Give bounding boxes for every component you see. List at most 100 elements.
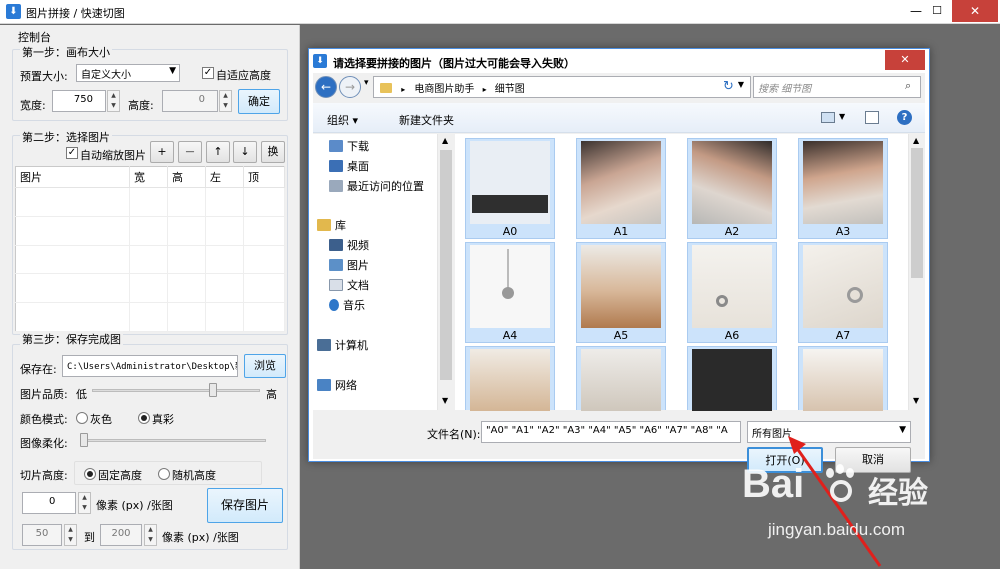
maximize-button[interactable]: ☐	[922, 0, 952, 22]
file-tile-a7[interactable]: A7	[798, 242, 888, 343]
nav-item-documents[interactable]: 文档	[329, 277, 369, 295]
column-header[interactable]: 左	[205, 166, 244, 188]
auto-height-checkbox[interactable]: ✓	[202, 67, 214, 79]
range-from-stepper[interactable]: ▲ ▼	[64, 524, 77, 546]
range-to-input[interactable]: 200	[100, 524, 142, 546]
file-tile-a2[interactable]: A2	[687, 138, 777, 239]
image-thumbnail	[803, 349, 883, 411]
file-tile-a5[interactable]: A5	[576, 242, 666, 343]
nav-item-recent[interactable]: 最近访问的位置	[329, 178, 424, 196]
address-dropdown-icon[interactable]: ▼	[738, 80, 744, 89]
new-folder-button[interactable]: 新建文件夹	[399, 112, 454, 128]
quality-slider-track[interactable]	[92, 389, 260, 392]
nav-item-desktop[interactable]: 桌面	[329, 158, 369, 176]
fixed-height-radio[interactable]	[84, 468, 96, 480]
address-bar[interactable]: ▸ 电商图片助手 ▸ 细节图 ▼	[373, 76, 751, 98]
add-image-button[interactable]: +	[150, 141, 174, 163]
view-options-icon[interactable]	[821, 112, 835, 123]
nav-item-pictures[interactable]: 图片	[329, 257, 369, 275]
download-folder-icon	[329, 140, 343, 152]
file-scrollbar[interactable]: ▲ ▼	[908, 134, 925, 410]
close-button[interactable]: ✕	[952, 0, 998, 22]
file-tile-a6[interactable]: A6	[687, 242, 777, 343]
scroll-down-icon[interactable]: ▼	[442, 396, 448, 405]
file-tile-a11[interactable]	[798, 346, 888, 411]
scroll-up-icon[interactable]: ▲	[913, 136, 919, 145]
search-icon[interactable]: ⌕	[905, 79, 911, 93]
table-row[interactable]	[15, 273, 285, 304]
forward-arrow-icon[interactable]: →	[339, 76, 361, 98]
column-header[interactable]: 顶	[243, 166, 285, 188]
fixed-height-stepper[interactable]: ▲ ▼	[78, 492, 91, 514]
file-tile-a3[interactable]: A3	[798, 138, 888, 239]
nav-item-downloads[interactable]: 下载	[329, 138, 369, 156]
preview-pane-icon[interactable]	[865, 111, 879, 124]
remove-image-button[interactable]: —	[178, 141, 202, 163]
image-table[interactable]: 图片 宽 高 左 顶	[15, 166, 285, 332]
table-row[interactable]	[15, 187, 285, 217]
nav-item-network[interactable]: 网络	[317, 377, 357, 395]
range-from-input[interactable]: 50	[22, 524, 62, 546]
file-tile-a4[interactable]: A4	[465, 242, 555, 343]
file-tile-a0[interactable]: A0	[465, 138, 555, 239]
preset-select[interactable]: 自定义大小 ▼	[76, 64, 180, 82]
nav-item-music[interactable]: 音乐	[329, 297, 365, 315]
help-icon[interactable]: ?	[897, 110, 912, 125]
table-row[interactable]	[15, 302, 285, 332]
height-stepper[interactable]: ▲ ▼	[219, 90, 232, 112]
quality-slider-thumb[interactable]	[209, 383, 217, 397]
back-arrow-icon[interactable]: ←	[315, 76, 337, 98]
search-input[interactable]: 搜索 细节图	[753, 76, 921, 98]
column-header[interactable]: 高	[167, 166, 206, 188]
random-height-radio[interactable]	[158, 468, 170, 480]
nav-item-libraries[interactable]: 库	[317, 217, 346, 235]
dialog-close-button[interactable]: ✕	[885, 50, 925, 70]
file-tile-a9[interactable]	[576, 346, 666, 411]
dialog-toolbar: 组织 ▾ 新建文件夹 ▼ ?	[313, 103, 925, 133]
filename-input[interactable]: "A0" "A1" "A2" "A3" "A4" "A5" "A6" "A7" …	[481, 421, 741, 443]
file-tile-a1[interactable]: A1	[576, 138, 666, 239]
file-name: A4	[502, 329, 518, 342]
height-input[interactable]: 0	[162, 90, 218, 112]
move-up-button[interactable]: ↑	[206, 141, 230, 163]
file-tile-a10[interactable]	[687, 346, 777, 411]
range-to-stepper[interactable]: ▲ ▼	[144, 524, 157, 546]
table-row[interactable]	[15, 245, 285, 275]
nav-item-videos[interactable]: 视频	[329, 237, 369, 255]
range-to-label: 到	[84, 531, 95, 544]
column-header[interactable]: 宽	[129, 166, 168, 188]
file-name: A6	[724, 329, 740, 342]
scroll-up-icon[interactable]: ▲	[442, 136, 448, 145]
recent-dropdown-icon[interactable]: ▾	[364, 78, 369, 88]
watermark-brand-cn: 经验	[868, 476, 928, 511]
nav-item-computer[interactable]: 计算机	[317, 337, 368, 355]
refresh-icon[interactable]: ↻	[723, 79, 734, 94]
auto-height-label: 自适应高度	[216, 69, 271, 82]
browse-button[interactable]: 浏览	[244, 354, 286, 378]
move-down-button[interactable]: ↓	[233, 141, 257, 163]
nav-scrollbar[interactable]: ▲ ▼	[437, 134, 454, 410]
breadcrumb-item[interactable]: 电商图片助手	[414, 84, 474, 95]
swap-button[interactable]: 换	[261, 141, 285, 163]
auto-scale-checkbox[interactable]: ✓	[66, 147, 78, 159]
nav-scroll-thumb[interactable]	[440, 150, 452, 380]
save-path-input[interactable]: C:\Users\Administrator\Desktop\新	[62, 355, 238, 377]
width-input[interactable]: 750	[52, 90, 106, 112]
soften-slider-track[interactable]	[82, 439, 266, 442]
view-dropdown-icon[interactable]: ▼	[839, 112, 845, 121]
breadcrumb-item[interactable]: 细节图	[495, 84, 525, 95]
table-row[interactable]	[15, 216, 285, 246]
organize-button[interactable]: 组织 ▾	[327, 112, 358, 128]
column-header[interactable]: 图片	[15, 166, 130, 188]
file-scroll-thumb[interactable]	[911, 148, 923, 278]
soften-slider-thumb[interactable]	[80, 433, 88, 447]
save-image-button[interactable]: 保存图片	[207, 488, 283, 523]
gray-radio[interactable]	[76, 412, 88, 424]
truecolor-radio[interactable]	[138, 412, 150, 424]
scroll-down-icon[interactable]: ▼	[913, 396, 919, 405]
file-tile-a8[interactable]	[465, 346, 555, 411]
width-stepper[interactable]: ▲ ▼	[107, 90, 120, 112]
baidu-watermark: Bai 经验 jingyan.baidu.com	[742, 462, 962, 546]
confirm-button[interactable]: 确定	[238, 89, 280, 114]
fixed-height-input[interactable]: 0	[22, 492, 76, 514]
